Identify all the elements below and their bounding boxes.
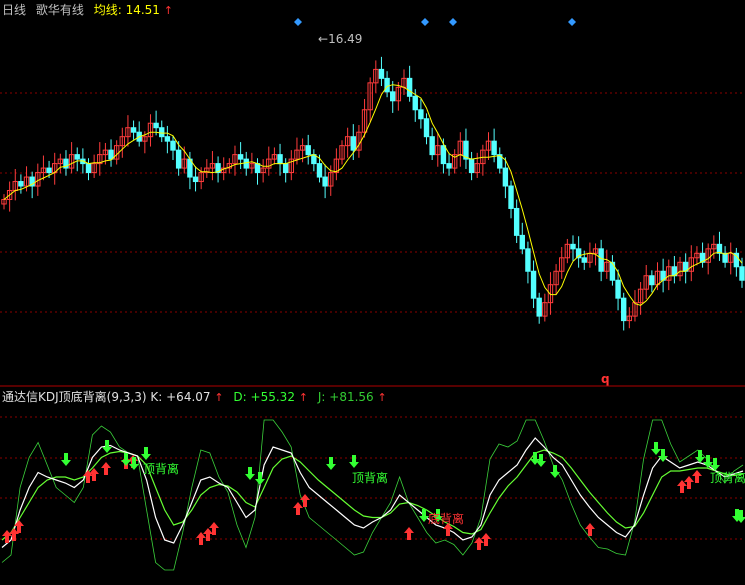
buy-arrow-icon — [300, 494, 310, 507]
bottom-marker: q — [601, 372, 610, 386]
up-arrow-icon: ↑ — [163, 4, 173, 17]
j-value: +81.56 — [329, 390, 374, 404]
top-divergence-label: 顶背离 — [710, 471, 745, 485]
d-line — [1, 449, 744, 541]
sell-arrow-icon — [550, 465, 560, 478]
buy-arrow-icon — [692, 470, 702, 483]
sell-arrow-icon — [695, 450, 705, 463]
j-up-arrow-icon: ↑ — [377, 391, 387, 404]
k-value: +64.07 — [166, 390, 211, 404]
sell-arrow-icon — [255, 472, 265, 485]
kdj-title: 通达信KDJ顶底背离(9,3,3) — [2, 390, 147, 404]
k-up-arrow-icon: ↑ — [214, 391, 224, 404]
sell-arrow-icon — [349, 455, 359, 468]
k-label: K: — [150, 390, 163, 404]
sell-arrow-icon — [141, 447, 151, 460]
left-arrow-icon: ← — [318, 32, 329, 46]
ma-label: 均线: — [93, 3, 122, 17]
sell-arrow-icon — [658, 449, 668, 462]
buy-arrow-icon — [293, 502, 303, 515]
price-header: 日线 歌华有线 均线: 14.51 ↑ — [2, 3, 173, 18]
d-label: D: — [233, 390, 247, 404]
kdj-header: 通达信KDJ顶底背离(9,3,3) K: +64.07 ↑ D: +55.32 … — [2, 390, 387, 405]
high-price-value: 16.49 — [328, 32, 363, 46]
d-value: +55.32 — [250, 390, 295, 404]
sell-arrow-icon — [326, 457, 336, 470]
stock-chart-window: 日线 歌华有线 均线: 14.51 ↑ ←16.49 q 通达信KDJ顶底背离(… — [0, 0, 745, 585]
buy-arrow-icon — [684, 476, 694, 489]
period-label[interactable]: 日线 — [2, 3, 26, 17]
kdj-panel[interactable] — [0, 0, 745, 585]
j-label: J: — [317, 390, 326, 404]
buy-arrow-icon — [585, 523, 595, 536]
stock-name: 歌华有线 — [35, 3, 84, 17]
ma-value: 14.51 — [125, 3, 160, 17]
top-divergence-label: 顶背离 — [143, 462, 180, 476]
high-price-marker: ←16.49 — [318, 32, 362, 46]
j-line — [1, 419, 744, 571]
buy-arrow-icon — [101, 462, 111, 475]
d-up-arrow-icon: ↑ — [298, 391, 309, 404]
buy-arrow-icon — [404, 527, 414, 540]
sell-arrow-icon — [61, 453, 71, 466]
sell-arrow-icon — [651, 442, 661, 455]
bottom-divergence-label: 底背离 — [428, 512, 465, 526]
sell-arrow-icon — [245, 467, 255, 480]
top-divergence-label: 顶背离 — [352, 471, 389, 485]
buy-arrow-icon — [481, 533, 491, 546]
